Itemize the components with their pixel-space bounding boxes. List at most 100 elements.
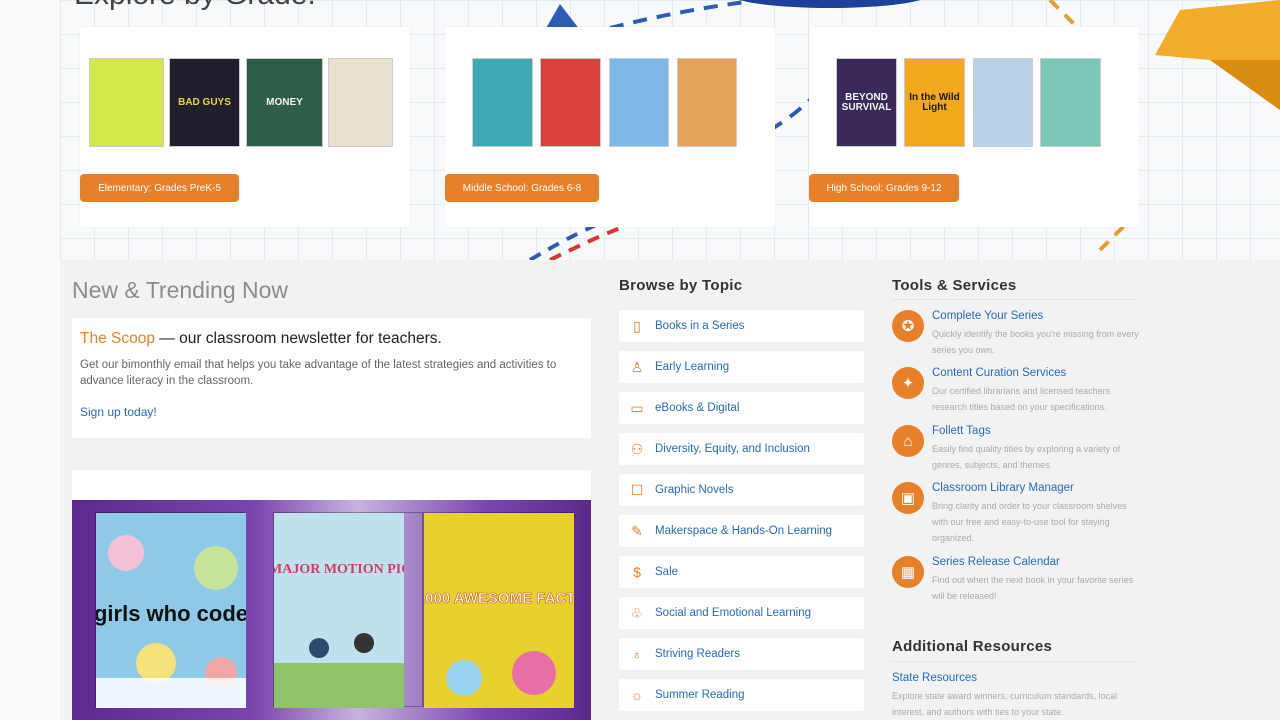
book-cover[interactable] [540,58,601,147]
dashed-line [609,0,761,30]
featured-book-cover[interactable]: Now a MAJOR MOTION PICTURE [228,512,450,708]
book-cover[interactable] [973,58,1033,147]
dashed-line [549,226,621,260]
book-cover[interactable] [677,58,737,147]
book-covers [445,58,775,148]
book-cover[interactable] [609,58,669,147]
grade-card-elementary: BAD GUYS MONEY Elementary: Grades PreK-5 [80,27,410,227]
topic-icon: ▭ [630,399,644,416]
divider [892,661,1137,662]
scoop-highlight: The Scoop [80,330,155,347]
topic-label: Graphic Novels [655,484,734,496]
dashed-line [1098,223,1127,252]
topic-label: Early Learning [655,361,730,373]
topic-icon: ▯ [633,317,641,334]
featured-book-cover[interactable]: girls who code [94,512,248,708]
book-cover[interactable]: In the Wild Light [904,58,965,147]
divider [892,299,1137,300]
topic-item[interactable]: ☐ Graphic Novels [619,474,864,506]
featured-book-cover[interactable]: 5,000 AWESOME FACTS [412,512,586,708]
topic-icon: ⚇ [630,440,644,457]
scoop-heading-rest: — our classroom newsletter for teachers. [154,330,442,347]
tool-description: Find out when the next book in your favo… [932,575,1134,601]
paper-plane-fold [1210,60,1280,110]
topic-item[interactable]: ♁ Striving Readers [619,638,864,670]
topic-item[interactable]: ⚇ Diversity, Equity, and Inclusion [619,433,864,465]
tool-description: Quickly identify the books you're missin… [932,329,1139,355]
topic-item[interactable]: ▭ eBooks & Digital [619,392,864,424]
topic-icon: ♙ [630,358,644,375]
tools-services-heading: Tools & Services [892,277,1017,294]
left-gutter [0,0,60,720]
topic-item[interactable]: ♧ Social and Emotional Learning [619,597,864,629]
book-cover[interactable] [328,58,393,147]
book-covers: BAD GUYS MONEY [80,58,410,148]
grade-card-middle-school: Middle School: Grades 6-8 [445,27,775,227]
book-art: 5,000 AWESOME FACTS [412,513,586,708]
high-school-grades-button[interactable]: High School: Grades 9-12 [809,174,959,202]
additional-resources-heading: Additional Resources [892,638,1053,655]
state-resources-link[interactable]: State Resources [892,672,977,684]
grade-card-high-school: BEYOND SURVIVAL In the Wild Light High S… [809,27,1139,227]
new-trending-heading: New & Trending Now [72,277,289,303]
tool-link[interactable]: Series Release Calendar [932,556,1060,568]
topic-icon: ✎ [631,522,643,539]
book-covers: BEYOND SURVIVAL In the Wild Light [809,58,1139,148]
blue-cloud [739,0,921,8]
topic-item[interactable]: ♙ Early Learning [619,351,864,383]
topic-label: Sale [655,566,679,578]
topic-label: Social and Emotional Learning [655,607,811,619]
book-cover-title: In the Wild Light [909,91,960,113]
topic-icon: ♧ [630,604,644,621]
state-resources-description: Explore state award winners, curriculum … [892,691,1118,717]
explore-by-grade-section: Explore by Grade. BAD GUYS MONEY Element… [60,0,1280,260]
book-cover[interactable] [472,58,533,147]
sign-up-link[interactable]: Sign up today! [80,405,157,419]
tool-icon: ▦ [892,556,924,588]
topic-icon: ☐ [630,481,644,498]
featured-book-title: girls who code [96,601,246,626]
book-cover-title: BAD GUYS [178,96,231,108]
featured-book-title: Now a MAJOR MOTION PICTURE [274,562,404,577]
topic-icon: ☼ [630,687,644,703]
book-cover[interactable]: MONEY [246,58,323,147]
tool-icon: ✪ [892,310,924,342]
topic-label: Diversity, Equity, and Inclusion [655,443,810,455]
tool-description: Easily find quality titles by exploring … [932,444,1121,470]
tool-link[interactable]: Classroom Library Manager [932,482,1074,494]
topic-item[interactable]: ▯ Books in a Series [619,310,864,342]
book-cover-title: BEYOND SURVIVAL [841,91,892,113]
tool-link[interactable]: Content Curation Services [932,367,1066,379]
topic-item[interactable]: ✎ Makerspace & Hands-On Learning [619,515,864,547]
topic-label: eBooks & Digital [655,402,740,414]
scoop-description: Get our bimonthly email that helps you t… [80,359,557,387]
elementary-grades-button[interactable]: Elementary: Grades PreK-5 [80,174,239,202]
book-cover[interactable]: BEYOND SURVIVAL [836,58,897,147]
tool-description: Our certified librarians and licensed te… [932,386,1111,412]
book-art: girls who code [94,513,248,708]
page-title: Explore by Grade. [74,0,316,12]
tool-icon: ✦ [892,367,924,399]
tool-link[interactable]: Complete Your Series [932,310,1043,322]
featured-books-banner[interactable]: girls who code Now a MAJOR MOTION PICTUR… [72,500,591,720]
featured-book-title: 5,000 AWESOME FACTS [424,590,574,607]
content-strip [72,470,591,501]
topic-label: Summer Reading [655,689,745,701]
book-cover[interactable] [89,58,164,147]
book-cover-title: MONEY [266,96,303,108]
topic-label: Striving Readers [655,648,741,660]
topic-icon: ♁ [631,646,643,662]
tool-icon: ▣ [892,482,924,514]
book-art: Now a MAJOR MOTION PICTURE [228,513,450,708]
topic-label: Books in a Series [655,320,745,332]
topic-item[interactable]: ☼ Summer Reading [619,679,864,711]
book-cover[interactable] [1040,58,1101,147]
browse-by-topic-heading: Browse by Topic [619,277,743,294]
topic-item[interactable]: $ Sale [619,556,864,588]
topic-icon: $ [633,564,641,580]
scoop-newsletter-card: The Scoop — our classroom newsletter for… [72,318,591,438]
book-cover[interactable]: BAD GUYS [169,58,240,147]
tool-link[interactable]: Follett Tags [932,425,991,437]
middle-school-grades-button[interactable]: Middle School: Grades 6-8 [445,174,599,202]
topic-label: Makerspace & Hands-On Learning [655,525,833,537]
